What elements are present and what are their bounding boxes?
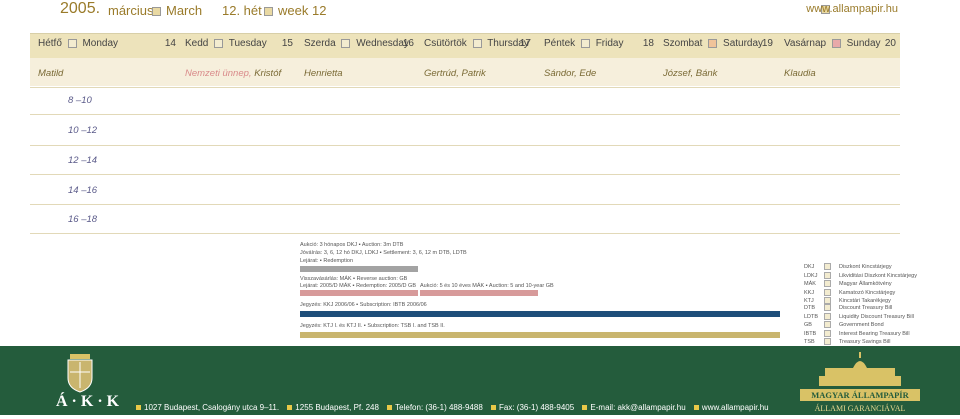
square-icon xyxy=(708,38,718,48)
day-en: Saturday xyxy=(723,38,764,49)
address-1: 1027 Budapest, Csalogány utca 9–11. xyxy=(144,403,280,412)
fax: Fax: (36-1) 488-9405 xyxy=(499,403,575,412)
grey-event-bar xyxy=(300,266,418,272)
abbr-item: MÁK Magyar Államkötvény xyxy=(804,280,892,288)
blue-event-bar xyxy=(300,311,780,317)
square-icon xyxy=(214,38,224,48)
day-monday: Hétfő Monday 14 xyxy=(38,38,176,54)
day-en: Monday xyxy=(82,38,119,49)
day-en: Sunday xyxy=(846,38,881,49)
divider xyxy=(30,204,900,205)
subscription-kkj-text: Jegyzés: KKJ 2006/06 ▪ Subscription: IBT… xyxy=(300,302,427,308)
day-number: 17 xyxy=(519,38,531,49)
day-hu: Kedd xyxy=(185,38,209,49)
week-en: week 12 xyxy=(278,3,327,18)
time-slot-label: 14 –16 xyxy=(68,185,98,196)
pink-event-bar xyxy=(420,290,538,296)
nameday-friday: Sándor, Ede xyxy=(544,68,597,79)
day-number: 20 xyxy=(884,38,896,49)
subscription-ktj-text: Jegyzés: KTJ I. és KTJ II. ▪ Subscriptio… xyxy=(300,323,445,329)
square-icon xyxy=(831,38,841,48)
divider xyxy=(30,174,900,175)
auction-3m-text: Aukció: 3 hónapos DKJ ▪ Auction: 3m DTB xyxy=(300,242,404,248)
abbr-item: LDTB Liquidity Discount Treasury Bill xyxy=(804,312,914,320)
abbr-item: LDKJ Likviditási Diszkont Kincstárjegy xyxy=(804,271,917,279)
abbr-item: KKJ Kamatozó Kincstárjegy xyxy=(804,288,896,296)
phone: Telefon: (36-1) 488-9488 xyxy=(395,403,483,412)
time-slot-label: 8 –10 xyxy=(68,95,92,106)
day-saturday: Szombat Saturday 19 xyxy=(663,38,773,54)
square-icon xyxy=(341,38,351,48)
time-slot-label: 12 –14 xyxy=(68,155,98,166)
day-number: 16 xyxy=(402,38,414,49)
square-icon xyxy=(67,38,77,48)
divider xyxy=(30,233,900,234)
month-en: March xyxy=(166,3,203,18)
nameday-saturday: József, Bánk xyxy=(663,68,718,79)
divider xyxy=(30,87,900,88)
nameday-name: Kristóf xyxy=(254,68,282,79)
day-hu: Hétfő xyxy=(38,38,62,49)
reverse-auction-text: Visszavásárlás: MÁK ▪ Reverse auction: G… xyxy=(300,276,408,282)
day-en: Friday xyxy=(595,38,624,49)
nameday-wednesday: Henrietta xyxy=(304,68,343,79)
redemption-text: Lejárat: ▪ Redemption xyxy=(300,258,354,264)
square-icon xyxy=(264,7,273,16)
logo-text: Á · K · K xyxy=(56,393,120,410)
abbr-item: DTB Discount Treasury Bill xyxy=(804,304,893,311)
day-hu: Péntek xyxy=(544,38,576,49)
nameday-sunday: Klaudia xyxy=(784,68,816,79)
parliament-icon xyxy=(815,352,905,388)
day-hu: Csütörtök xyxy=(424,38,467,49)
website-link[interactable]: www.allampapir.hu xyxy=(806,3,898,15)
divider xyxy=(30,145,900,146)
week-hu: 12. hét xyxy=(222,3,262,18)
day-friday: Péntek Friday 18 xyxy=(544,38,654,54)
square-icon xyxy=(472,38,482,48)
nameday-monday: Matild xyxy=(38,68,64,79)
nameday-thursday: Gertrúd, Patrik xyxy=(424,68,486,79)
national-holiday: Nemzeti ünnep, xyxy=(185,68,252,79)
day-thursday: Csütörtök Thursday 17 xyxy=(424,38,531,54)
day-number: 14 xyxy=(164,38,176,49)
day-number: 19 xyxy=(761,38,773,49)
redemption-2005d-text: Lejárat: 2005/D MÁK ▪ Redemption: 2005/D… xyxy=(300,283,417,289)
day-sunday: Vasárnap Sunday 20 xyxy=(784,38,896,54)
abbr-item: IBTB Interest Bearing Treasury Bill xyxy=(804,329,910,337)
day-number: 15 xyxy=(281,38,293,49)
brand-name: MAGYAR ÁLLAMPAPÍR xyxy=(811,390,909,400)
month-hu: március xyxy=(108,3,154,18)
website: www.allampapir.hu xyxy=(701,403,769,412)
pink-event-bar xyxy=(300,290,418,296)
abbreviations-en: DTB Discount Treasury Bill LDTB Liquidity … xyxy=(804,304,914,347)
address-2: 1255 Budapest, Pf. 248 xyxy=(295,403,379,412)
nameday-tuesday: Nemzeti ünnep, Kristóf xyxy=(185,68,281,79)
day-hu: Szerda xyxy=(304,38,336,49)
divider xyxy=(30,114,900,115)
day-hu: Szombat xyxy=(663,38,703,49)
abbreviations-hu: DKJ Diszkont Kincstárjegy LDKJ Likviditási… xyxy=(804,263,917,306)
abbr-item: GB Government Bond xyxy=(804,321,884,329)
day-en: Tuesday xyxy=(228,38,267,49)
settlement-text: Jóváírás: 3, 6, 12 hó DKJ, LDKJ ▪ Settle… xyxy=(300,250,467,256)
email: E-mail: akk@allampapir.hu xyxy=(590,403,686,412)
day-en: Wednesday xyxy=(356,38,409,49)
footer-contact: 1027 Budapest, Csalogány utca 9–11. 1255… xyxy=(130,403,810,415)
day-number: 18 xyxy=(642,38,654,49)
year: 2005. xyxy=(60,0,101,17)
day-tuesday: Kedd Tuesday 15 xyxy=(185,38,293,54)
brand-tagline: ÁLLAMI GARANCIÁVAL xyxy=(814,404,906,413)
time-slot-label: 16 –18 xyxy=(68,214,98,225)
time-slot-label: 10 –12 xyxy=(68,125,98,136)
day-hu: Vasárnap xyxy=(784,38,827,49)
tan-event-bar xyxy=(300,332,780,338)
square-icon xyxy=(152,7,161,16)
abbr-item: DKJ Diszkont Kincstárjegy xyxy=(804,263,892,270)
auction-5-10y-text: Aukció: 5 és 10 éves MÁK ▪ Auction: 5 an… xyxy=(420,283,554,289)
square-icon xyxy=(580,38,590,48)
day-wednesday: Szerda Wednesday 16 xyxy=(304,38,414,54)
